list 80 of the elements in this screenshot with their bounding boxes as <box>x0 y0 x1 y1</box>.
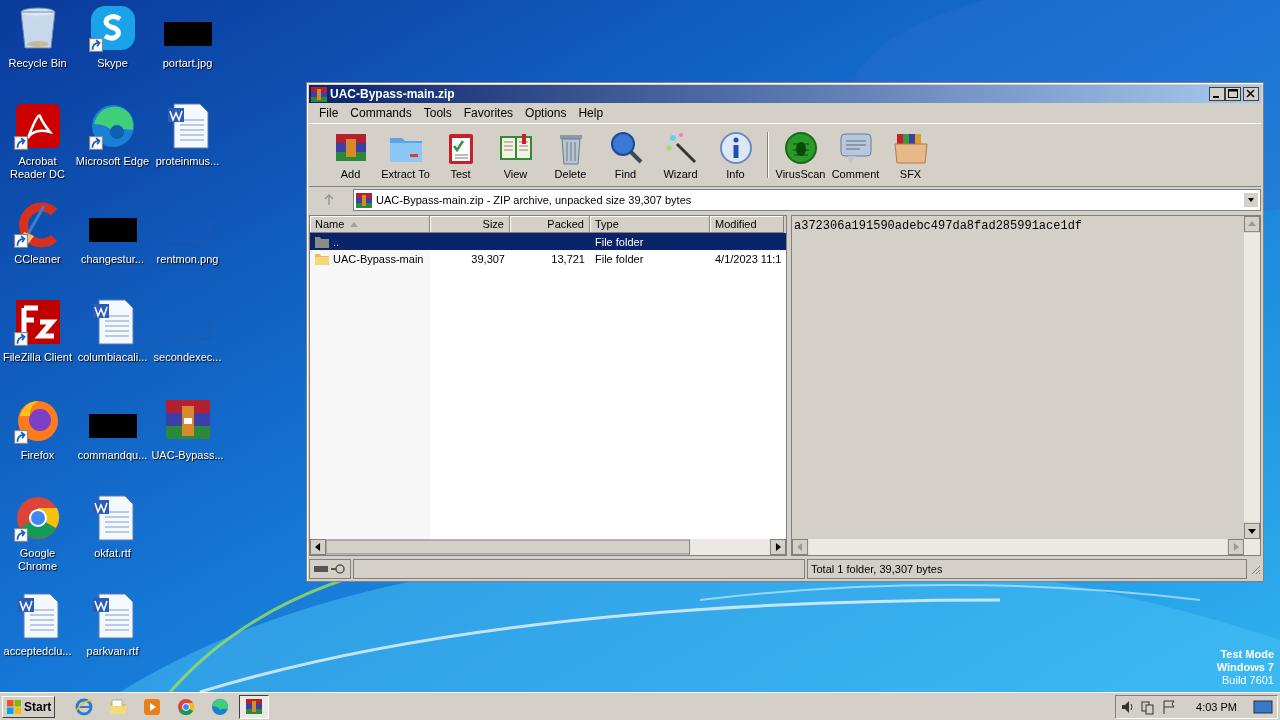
desktop-icon-label[interactable]: Microsoft Edge <box>75 155 150 168</box>
vertical-scrollbar[interactable] <box>1244 216 1260 539</box>
file-row[interactable]: UAC-Bypass-main 39,307 13,721 File folder 4/1/2023 11:1 <box>310 250 786 267</box>
toolbar-button[interactable]: Wizard <box>653 130 708 180</box>
clock[interactable]: 4:03 PM <box>1190 700 1243 713</box>
column-header[interactable]: Type <box>590 216 710 233</box>
horizontal-scrollbar[interactable] <box>310 539 786 555</box>
play-icon <box>142 696 163 717</box>
menu-item[interactable]: Favorites <box>457 106 520 120</box>
close-button[interactable] <box>1243 87 1259 101</box>
menu-item[interactable]: Help <box>572 106 610 120</box>
toolbar-button[interactable]: Extract To <box>378 130 433 180</box>
show-desktop-icon[interactable] <box>1253 698 1273 715</box>
toolbar-button[interactable]: Delete <box>543 130 598 180</box>
desktop-icon-label[interactable]: secondexec... <box>150 351 225 364</box>
minimize-button[interactable] <box>1209 87 1225 101</box>
desktop-icon-label[interactable]: okfat.rtf <box>75 547 150 560</box>
desktop-icon-label[interactable]: rentmon.png <box>150 253 225 266</box>
desktop-icon-label[interactable]: acceptedclu... <box>0 645 75 658</box>
start-button[interactable]: Start <box>2 695 56 718</box>
desktop-icon-label[interactable]: portart.jpg <box>150 57 225 70</box>
column-header[interactable]: Name <box>310 216 430 233</box>
column-header[interactable]: Packed <box>510 216 590 233</box>
resize-grip-icon[interactable] <box>1249 563 1261 575</box>
desktop-icon-label[interactable]: parkvan.rtf <box>75 645 150 658</box>
menu-item[interactable]: Tools <box>417 106 458 120</box>
toolbar-button[interactable]: Info <box>708 130 763 180</box>
chrome-icon <box>176 696 197 717</box>
table-cell: 39,307 <box>471 252 505 265</box>
desktop-icon-label[interactable]: columbiacali... <box>75 351 150 364</box>
test-mode-text: Test Mode <box>1220 648 1274 661</box>
archive-comment: a372306a191590adebc497da8fad285991ace1df <box>793 218 1084 235</box>
table-cell: File folder <box>595 235 644 248</box>
toolbar-button[interactable]: Add <box>323 130 378 180</box>
desktop-icon-label[interactable]: commandqu... <box>75 449 150 462</box>
table-cell: File folder <box>595 252 644 265</box>
desktop-icon-label[interactable]: UAC-Bypass... <box>150 449 225 462</box>
file-row[interactable]: .. File folder <box>310 233 786 250</box>
test-mode-text: Build 7601 <box>1222 674 1274 687</box>
archive-books-icon <box>244 696 265 717</box>
menu-item[interactable]: File <box>313 106 345 120</box>
up-arrow-icon <box>323 194 335 206</box>
desktop-icon-label[interactable]: Acrobat Reader DC <box>0 155 75 181</box>
column-header[interactable]: Size <box>430 216 510 233</box>
bug-icon <box>782 130 819 166</box>
folder-icon <box>108 696 129 717</box>
menu-item[interactable]: Commands <box>344 106 418 120</box>
desktop-icon-label[interactable]: Google Chrome <box>0 547 75 573</box>
browser-icon <box>74 696 95 717</box>
desktop-icon-label[interactable]: CCleaner <box>0 253 75 266</box>
toolbar-button[interactable]: SFX <box>883 130 938 180</box>
horizontal-scrollbar[interactable] <box>792 539 1260 555</box>
desktop-icon-label[interactable]: Firefox <box>0 449 75 462</box>
desktop-icon-label[interactable]: Recycle Bin <box>0 57 75 70</box>
info-icon <box>717 130 754 166</box>
toolbar-button[interactable]: Comment <box>828 130 883 180</box>
toolbar-button[interactable]: VirusScan <box>773 130 828 180</box>
menu-item[interactable]: Options <box>519 106 573 120</box>
table-cell: 4/1/2023 11:1 <box>715 252 782 265</box>
desktop-icon-label[interactable]: Skype <box>75 57 150 70</box>
toolbar-button[interactable]: View <box>488 130 543 180</box>
window-title: UAC-Bypass-main.zip <box>330 87 456 101</box>
maximize-button[interactable] <box>1225 87 1241 101</box>
taskbar-app-button[interactable] <box>239 694 270 719</box>
test-mode-text: Windows 7 <box>1216 661 1274 674</box>
desktop-icon-label[interactable]: changestur... <box>75 253 150 266</box>
toolbar-button[interactable]: Test <box>433 130 488 180</box>
archive-books-icon <box>311 86 327 102</box>
status-text: Total 1 folder, 39,307 bytes <box>807 559 1247 579</box>
table-cell: UAC-Bypass-main <box>333 252 424 265</box>
toolbar-button[interactable]: Find <box>598 130 653 180</box>
table-cell: .. <box>333 235 340 248</box>
desktop-icon-label[interactable]: proteinmus... <box>150 155 225 168</box>
desktop-icon-label[interactable]: FileZilla Client <box>0 351 75 364</box>
table-cell: 13,721 <box>551 252 585 265</box>
path-field[interactable]: UAC-Bypass-main.zip - ZIP archive, unpacked size 39,307 bytes <box>353 189 1261 211</box>
edge-icon <box>210 696 231 717</box>
column-header[interactable]: Modified <box>710 216 784 233</box>
archive-books-icon <box>356 192 372 208</box>
windows-logo-icon <box>6 698 22 715</box>
